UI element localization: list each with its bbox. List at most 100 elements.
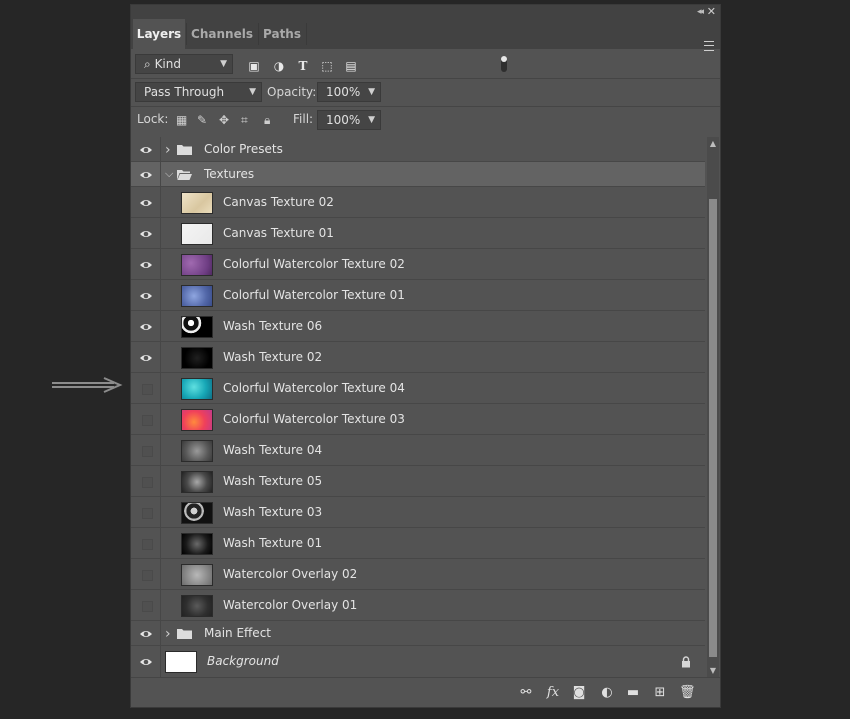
layer-group-row[interactable]: › Main Effect: [131, 621, 705, 646]
type-icon[interactable]: T: [296, 59, 310, 73]
trash-icon[interactable]: 🗑︎: [679, 685, 696, 701]
chevron-right-icon[interactable]: ›: [165, 142, 171, 158]
layer-group-row[interactable]: ⌵ Textures: [131, 162, 705, 187]
layer-row[interactable]: Watercolor Overlay 01: [131, 590, 705, 621]
layer-thumbnail[interactable]: [181, 408, 213, 431]
tab-paths[interactable]: Paths: [259, 19, 305, 49]
layer-row[interactable]: Colorful Watercolor Texture 03: [131, 404, 705, 435]
lock-all-icon[interactable]: 🔒︎: [264, 113, 270, 128]
chevron-down-icon[interactable]: ⌵: [165, 167, 173, 181]
layer-thumbnail[interactable]: [181, 346, 213, 369]
layer-thumbnail[interactable]: [181, 470, 213, 493]
eye-icon[interactable]: [139, 289, 153, 303]
lock-position-icon[interactable]: ✥: [219, 113, 229, 127]
chevron-down-icon: ▼: [220, 59, 227, 69]
visibility-toggle[interactable]: [142, 569, 153, 581]
layer-thumbnail[interactable]: [181, 315, 213, 338]
adjustment-icon[interactable]: ◑: [272, 59, 286, 73]
layer-row[interactable]: Background: [131, 646, 705, 677]
opacity-field[interactable]: 100% ▼: [317, 82, 381, 102]
eye-icon[interactable]: [139, 627, 153, 641]
visibility-column-divider: [160, 621, 161, 645]
tab-channels[interactable]: Channels: [187, 19, 257, 49]
lock-label: Lock:: [137, 112, 169, 126]
shape-icon[interactable]: ⬚: [320, 59, 334, 73]
chevron-down-icon[interactable]: ▼: [368, 83, 375, 101]
layer-thumbnail[interactable]: [181, 594, 213, 617]
blend-mode-dropdown[interactable]: Pass Through ▼: [135, 82, 262, 102]
visibility-toggle[interactable]: [142, 476, 153, 488]
adjustment-layer-icon[interactable]: ◐: [599, 685, 615, 701]
scroll-up-icon[interactable]: ▲: [707, 139, 719, 148]
layer-group-row[interactable]: › Color Presets: [131, 137, 705, 162]
collapse-icon[interactable]: ◂◂: [697, 5, 704, 19]
filter-toggle[interactable]: [501, 56, 507, 72]
scroll-down-icon[interactable]: ▼: [707, 666, 719, 675]
image-icon[interactable]: ▣: [247, 59, 261, 73]
fill-field[interactable]: 100% ▼: [317, 110, 381, 130]
layer-thumbnail[interactable]: [181, 501, 213, 524]
layer-thumbnail[interactable]: [181, 377, 213, 400]
layer-thumbnail[interactable]: [165, 651, 197, 673]
smart-object-icon[interactable]: ▤: [344, 59, 358, 73]
folder-icon: [177, 628, 192, 639]
visibility-toggle[interactable]: [142, 383, 153, 395]
layer-row[interactable]: Wash Texture 01: [131, 528, 705, 559]
eye-icon[interactable]: [139, 258, 153, 272]
layer-thumbnail[interactable]: [181, 563, 213, 586]
visibility-toggle[interactable]: [142, 445, 153, 457]
layer-thumbnail[interactable]: [181, 222, 213, 245]
layer-thumbnail[interactable]: [181, 191, 213, 214]
lock-artboard-icon[interactable]: ⌗: [241, 113, 248, 128]
layer-row[interactable]: Wash Texture 06: [131, 311, 705, 342]
eye-icon[interactable]: [139, 655, 153, 669]
visibility-column-divider: [160, 559, 161, 589]
layer-row[interactable]: Wash Texture 04: [131, 435, 705, 466]
new-layer-icon[interactable]: ⊞: [652, 685, 668, 701]
eye-icon[interactable]: [139, 320, 153, 334]
layer-row[interactable]: Wash Texture 05: [131, 466, 705, 497]
eye-icon[interactable]: [139, 351, 153, 365]
chevron-down-icon[interactable]: ▼: [368, 111, 375, 129]
panel-menu-icon[interactable]: [704, 41, 714, 51]
kind-filter-label: Kind: [154, 57, 181, 71]
close-icon[interactable]: ✕: [707, 5, 716, 19]
layers-scrollbar[interactable]: ▲ ▼: [707, 137, 719, 677]
visibility-toggle[interactable]: [142, 507, 153, 519]
fill-label: Fill:: [293, 112, 314, 126]
visibility-toggle[interactable]: [142, 538, 153, 550]
visibility-toggle[interactable]: [142, 600, 153, 612]
opacity-value: 100%: [326, 85, 361, 99]
layer-row[interactable]: Colorful Watercolor Texture 01: [131, 280, 705, 311]
link-icon[interactable]: ⚯: [518, 685, 534, 701]
layer-row[interactable]: Canvas Texture 01: [131, 218, 705, 249]
tab-layers[interactable]: Layers: [133, 19, 185, 49]
layer-row[interactable]: Colorful Watercolor Texture 04: [131, 373, 705, 404]
new-group-icon[interactable]: ▬: [625, 685, 641, 701]
layer-thumbnail[interactable]: [181, 284, 213, 307]
lock-transparent-icon[interactable]: ▦: [176, 113, 187, 127]
layer-row[interactable]: Canvas Texture 02: [131, 187, 705, 218]
layer-row[interactable]: Wash Texture 03: [131, 497, 705, 528]
layer-thumbnail[interactable]: [181, 253, 213, 276]
visibility-toggle[interactable]: [142, 414, 153, 426]
layer-row[interactable]: Wash Texture 02: [131, 342, 705, 373]
eye-icon[interactable]: [139, 196, 153, 210]
kind-filter-dropdown[interactable]: ⌕ Kind ▼: [135, 54, 233, 74]
eye-icon[interactable]: [139, 143, 153, 157]
eye-icon[interactable]: [139, 168, 153, 182]
eye-icon[interactable]: [139, 227, 153, 241]
layers-bottom-bar: ⚯ fx ◙ ◐ ▬ ⊞ 🗑︎: [131, 677, 720, 707]
layer-thumbnail[interactable]: [181, 532, 213, 555]
layer-name: Wash Texture 05: [223, 473, 323, 488]
chevron-right-icon[interactable]: ›: [165, 626, 171, 642]
mask-icon[interactable]: ◙: [571, 685, 587, 701]
visibility-column-divider: [160, 342, 161, 372]
layer-row[interactable]: Watercolor Overlay 02: [131, 559, 705, 590]
lock-pixels-icon[interactable]: ✎: [197, 113, 207, 127]
layer-thumbnail[interactable]: [181, 439, 213, 462]
layer-name: Colorful Watercolor Texture 03: [223, 411, 405, 426]
fx-icon[interactable]: fx: [545, 685, 561, 701]
layer-row[interactable]: Colorful Watercolor Texture 02: [131, 249, 705, 280]
scrollbar-thumb[interactable]: [709, 199, 717, 657]
